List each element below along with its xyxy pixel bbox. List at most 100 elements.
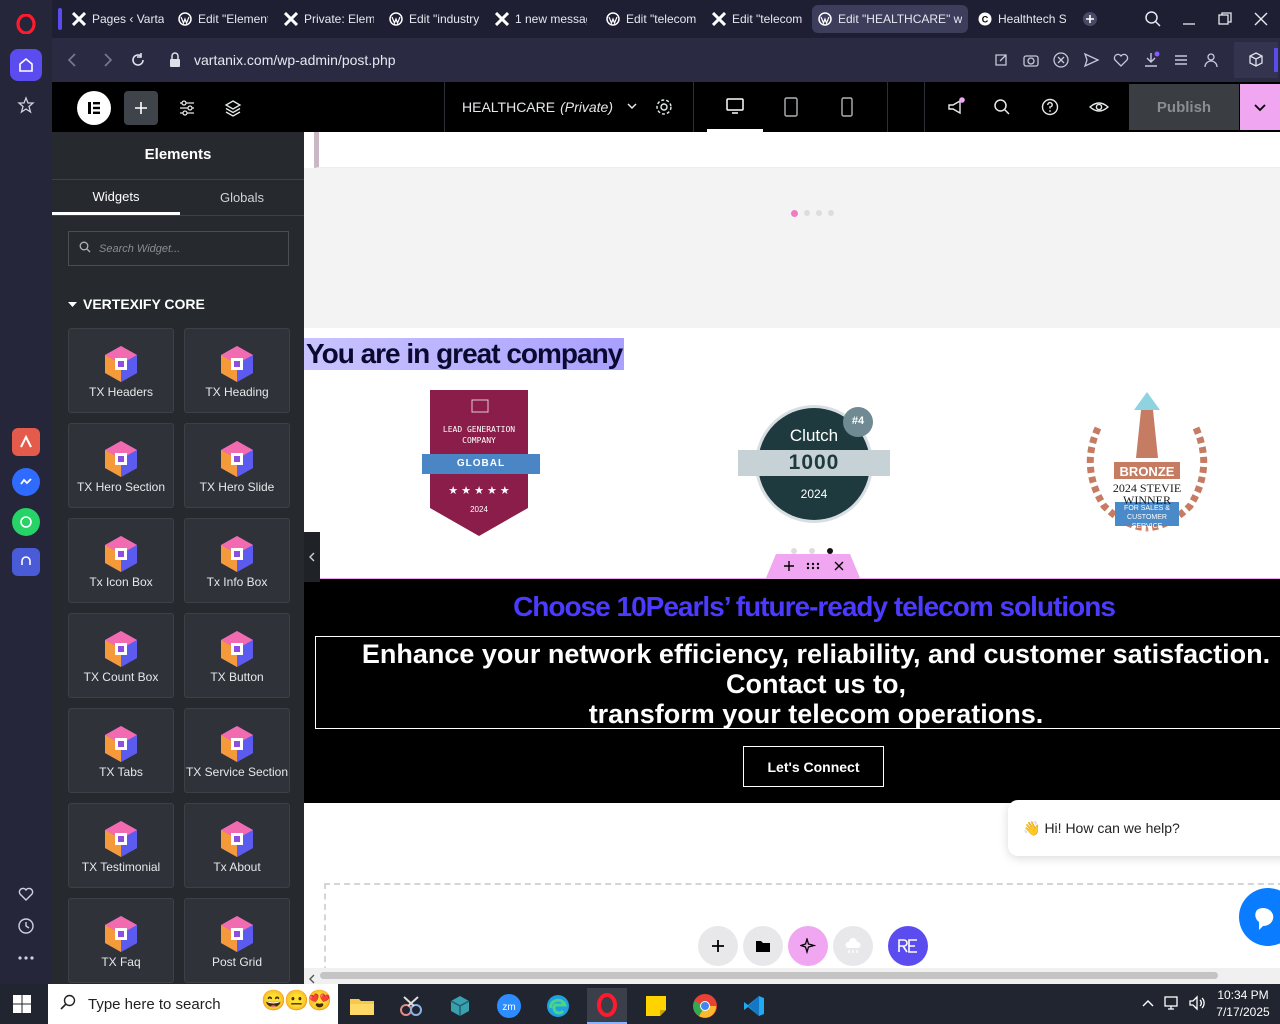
tab-globals[interactable]: Globals: [180, 180, 304, 215]
add-element-plus-icon[interactable]: [124, 91, 158, 125]
zoom-icon[interactable]: zm: [489, 988, 529, 1024]
widget-card[interactable]: TX Hero Section: [68, 423, 174, 508]
add-new-section-plus-icon[interactable]: [698, 926, 738, 966]
reload-icon[interactable]: [129, 51, 147, 74]
whatsapp-icon[interactable]: [12, 508, 40, 536]
kit-cloud-icon[interactable]: [833, 926, 873, 966]
chat-launcher-icon[interactable]: [1239, 888, 1280, 946]
vscode-icon[interactable]: [734, 988, 774, 1024]
messenger-icon[interactable]: [12, 468, 40, 496]
browser-tab[interactable]: Pages ‹ Vartan: [66, 5, 170, 33]
widget-card[interactable]: TX Hero Slide: [184, 423, 290, 508]
page-settings-gear-icon[interactable]: [655, 98, 673, 121]
widget-card[interactable]: Tx Icon Box: [68, 518, 174, 603]
widget-card[interactable]: Post Grid: [184, 898, 290, 983]
delete-section-close-icon[interactable]: [834, 559, 844, 577]
send-icon[interactable]: [1082, 51, 1100, 74]
widget-card[interactable]: TX Faq: [68, 898, 174, 983]
tab-search-icon[interactable]: [1144, 10, 1162, 33]
drag-handle-icon[interactable]: [806, 559, 820, 577]
share-icon[interactable]: [992, 51, 1010, 74]
publish-button[interactable]: Publish: [1129, 84, 1239, 130]
finder-search-icon[interactable]: [993, 98, 1011, 121]
profile-icon[interactable]: [1202, 51, 1220, 74]
edge-browser-icon[interactable]: [538, 988, 578, 1024]
widget-card[interactable]: TX Heading: [184, 328, 290, 413]
history-clock-icon[interactable]: [10, 910, 42, 942]
opera-logo-icon[interactable]: [10, 8, 42, 40]
page-title-dropdown[interactable]: HEALTHCARE (Private): [462, 99, 638, 115]
category-vertexify-core[interactable]: VERTEXIFY CORE: [68, 296, 205, 312]
snipping-tool-icon[interactable]: [391, 988, 431, 1024]
widget-card[interactable]: Tx Info Box: [184, 518, 290, 603]
chat-greeting-bubble[interactable]: 👋 Hi! How can we help?: [1008, 800, 1280, 856]
notifications-megaphone-icon[interactable]: [946, 97, 966, 122]
back-arrow-icon[interactable]: [64, 51, 82, 74]
widget-card[interactable]: TX Service Section: [184, 708, 290, 793]
lock-icon[interactable]: [168, 51, 182, 74]
volume-icon[interactable]: [1188, 995, 1206, 1016]
canvas-horizontal-scrollbar[interactable]: [304, 968, 1280, 984]
lets-connect-button[interactable]: Let's Connect: [743, 746, 884, 787]
widget-card[interactable]: TX Tabs: [68, 708, 174, 793]
browser-tab[interactable]: Edit "industry-: [383, 5, 485, 33]
search-widget-input[interactable]: Search Widget...: [68, 231, 289, 266]
windows-start-icon[interactable]: [12, 994, 32, 1019]
restore-window-icon[interactable]: [1216, 10, 1234, 33]
tablet-view-icon[interactable]: [763, 82, 819, 132]
taskbar-search-box[interactable]: Type here to search 😄😐😍: [48, 984, 338, 1024]
browser-tab[interactable]: 1 new messag: [489, 5, 593, 33]
widget-card[interactable]: Tx About: [184, 803, 290, 888]
browser-tab[interactable]: Edit "telecom: [706, 5, 808, 33]
forward-arrow-icon[interactable]: [98, 51, 116, 74]
widget-card[interactable]: TX Headers: [68, 328, 174, 413]
sticky-notes-icon[interactable]: [636, 988, 676, 1024]
extensions-cube-icon[interactable]: [1234, 42, 1278, 78]
company-heading[interactable]: You are in great company: [304, 338, 625, 370]
more-dots-icon[interactable]: [10, 942, 42, 974]
preview-eye-icon[interactable]: [1088, 98, 1110, 121]
network-icon[interactable]: [1164, 995, 1182, 1016]
file-explorer-icon[interactable]: [342, 988, 382, 1024]
cta-heading[interactable]: Choose 10Pearls’ future-ready telecom so…: [304, 591, 1280, 623]
desktop-view-icon[interactable]: [707, 82, 763, 132]
widget-card[interactable]: TX Button: [184, 613, 290, 698]
widget-card[interactable]: TX Testimonial: [68, 803, 174, 888]
browser-tab[interactable]: Edit "HEALTHCARE" with: [812, 5, 968, 33]
publish-options-chevron-icon[interactable]: [1240, 84, 1280, 130]
url-text[interactable]: vartanix.com/wp-admin/post.php: [194, 52, 396, 68]
help-question-icon[interactable]: [1041, 98, 1059, 121]
chrome-icon[interactable]: [685, 988, 725, 1024]
add-section-plus-icon[interactable]: [784, 559, 794, 577]
home-icon[interactable]: [10, 49, 42, 81]
browser-tab[interactable]: C Healthtech So: [972, 5, 1072, 33]
mobile-view-icon[interactable]: [819, 82, 875, 132]
download-icon[interactable]: [1142, 51, 1160, 74]
cube-app-icon[interactable]: [440, 988, 480, 1024]
browser-tab[interactable]: Edit "Elemento: [172, 5, 274, 33]
easy-setup-icon[interactable]: [1172, 51, 1190, 74]
cta-text-box[interactable]: Enhance your network efficiency, reliabi…: [315, 636, 1280, 729]
speed-dial-star-icon[interactable]: [10, 89, 42, 121]
structure-layers-icon[interactable]: [224, 99, 242, 122]
browser-tab[interactable]: Edit "telecom: [600, 5, 702, 33]
slider-dots[interactable]: [791, 210, 834, 217]
close-window-icon[interactable]: [1252, 10, 1270, 33]
ai-sparkle-icon[interactable]: [788, 926, 828, 966]
favorites-heart-icon[interactable]: [10, 878, 42, 910]
aria-app-icon[interactable]: [12, 428, 40, 456]
browser-tab[interactable]: Private: Eleme: [278, 5, 380, 33]
elementor-logo-icon[interactable]: [77, 91, 111, 125]
adblock-icon[interactable]: [1052, 51, 1070, 74]
new-tab-plus-icon[interactable]: [1080, 9, 1100, 29]
tab-widgets[interactable]: Widgets: [52, 180, 180, 215]
camera-icon[interactable]: [1022, 51, 1040, 74]
panel-toggle-chevron-icon[interactable]: [304, 532, 320, 582]
template-folder-icon[interactable]: [743, 926, 783, 966]
music-player-icon[interactable]: [12, 548, 40, 576]
opera-taskbar-icon[interactable]: [587, 988, 627, 1024]
show-hidden-icons-chevron-icon[interactable]: [1141, 996, 1155, 1015]
minimize-icon[interactable]: [1180, 10, 1198, 33]
taskbar-clock[interactable]: 10:34 PM 7/17/2025: [1210, 987, 1276, 1021]
scrollbar-thumb[interactable]: [320, 972, 1218, 979]
